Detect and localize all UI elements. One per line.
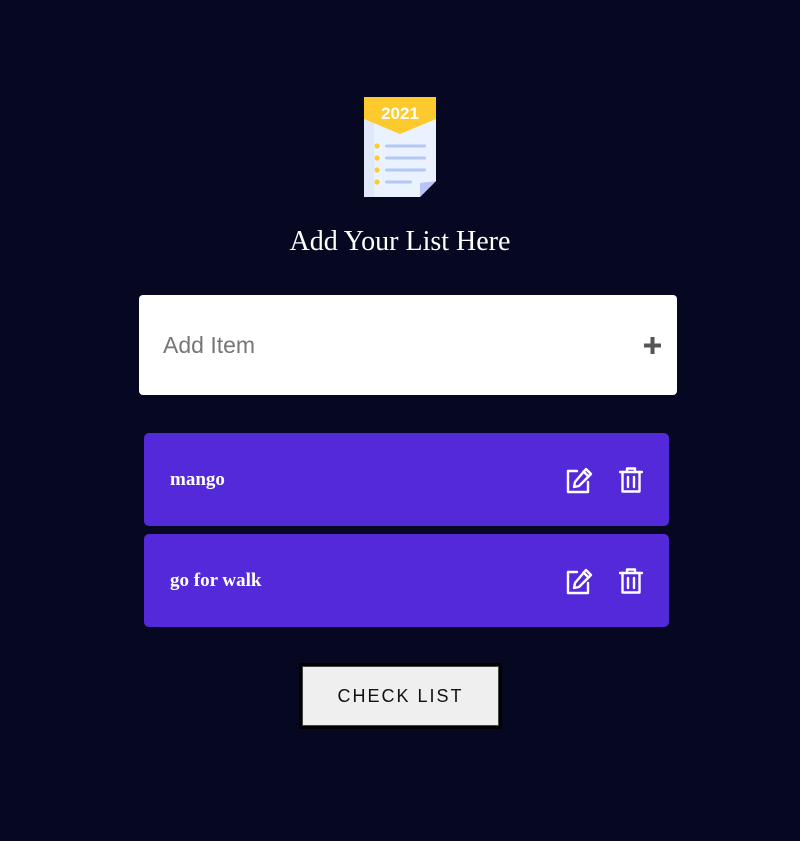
plus-icon[interactable]	[641, 333, 665, 357]
list-item: go for walk	[144, 534, 669, 627]
list-item-label: go for walk	[170, 570, 262, 591]
list-item-label: mango	[170, 469, 225, 490]
add-item-box	[139, 295, 677, 395]
page-title: Add Your List Here	[289, 226, 511, 257]
edit-icon[interactable]	[564, 568, 594, 596]
check-list-button[interactable]: CHECK LIST	[299, 663, 502, 729]
trash-icon[interactable]	[618, 466, 644, 494]
add-item-input[interactable]	[139, 295, 619, 395]
list-item: mango	[144, 433, 669, 526]
trash-icon[interactable]	[618, 567, 644, 595]
checklist-logo-icon: 2021	[364, 97, 437, 197]
logo-year: 2021	[381, 104, 419, 123]
edit-icon[interactable]	[564, 467, 594, 495]
